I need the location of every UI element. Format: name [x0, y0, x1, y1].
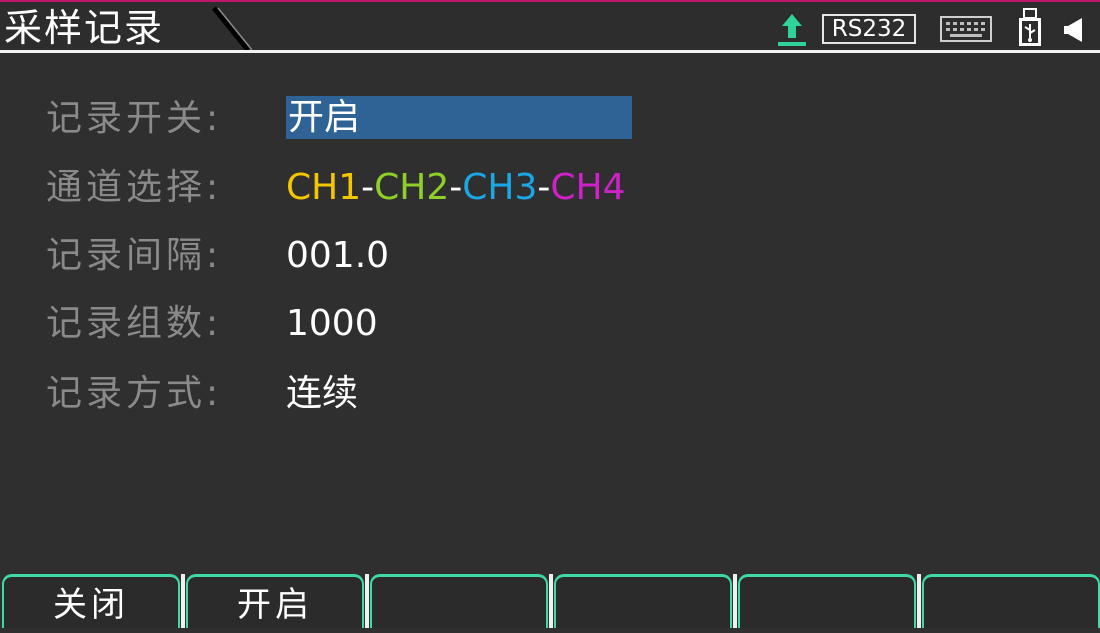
record-mode-value[interactable]: 连续 [286, 371, 358, 417]
softkey-3[interactable] [370, 574, 548, 628]
softkey-bar: 关闭 开启 [0, 574, 1100, 628]
record-switch-value[interactable]: 开启 [286, 96, 632, 139]
softkey-4[interactable] [554, 574, 732, 628]
rs232-indicator: RS232 [822, 14, 916, 44]
status-icon-bar: RS232 [770, 4, 1100, 52]
record-mode-label: 记录方式: [46, 373, 223, 414]
row-record-interval[interactable]: 记录间隔: 001.0 [0, 233, 1100, 281]
softkey-divider [917, 574, 921, 628]
channel-separator: - [537, 167, 551, 208]
row-channel-select[interactable]: 通道选择: CH1-CH2-CH3-CH4 [0, 165, 1100, 213]
softkey-divider [549, 574, 553, 628]
softkey-2-on[interactable]: 开启 [186, 574, 364, 628]
channel-ch3: CH3 [462, 167, 538, 208]
record-count-label: 记录组数: [46, 303, 223, 344]
softkey-1-off[interactable]: 关闭 [2, 574, 180, 628]
header-divider [0, 50, 1100, 53]
record-count-value[interactable]: 1000 [286, 301, 378, 347]
row-record-count[interactable]: 记录组数: 1000 [0, 301, 1100, 349]
softkey-divider [181, 574, 185, 628]
tab-slash-decoration [212, 6, 252, 52]
channel-ch4: CH4 [550, 167, 626, 208]
softkey-divider [365, 574, 369, 628]
upload-icon [778, 14, 806, 46]
softkey-5[interactable] [738, 574, 916, 628]
channel-ch2: CH2 [374, 167, 450, 208]
page-title: 采样记录 [4, 6, 165, 50]
keyboard-icon [940, 16, 992, 42]
row-record-mode[interactable]: 记录方式: 连续 [0, 371, 1100, 419]
channel-select-label: 通道选择: [46, 167, 223, 208]
speaker-icon [1064, 18, 1082, 42]
channel-ch1: CH1 [286, 167, 362, 208]
header-bar: 采样记录 RS232 [0, 2, 1100, 52]
softkey-divider [733, 574, 737, 628]
record-switch-label: 记录开关: [46, 98, 223, 139]
channel-select-value[interactable]: CH1-CH2-CH3-CH4 [286, 165, 626, 211]
softkey-6[interactable] [922, 574, 1100, 628]
channel-separator: - [449, 167, 463, 208]
record-interval-label: 记录间隔: [46, 235, 223, 276]
usb-icon [1019, 8, 1041, 46]
channel-separator: - [361, 167, 375, 208]
record-interval-value[interactable]: 001.0 [286, 233, 389, 279]
